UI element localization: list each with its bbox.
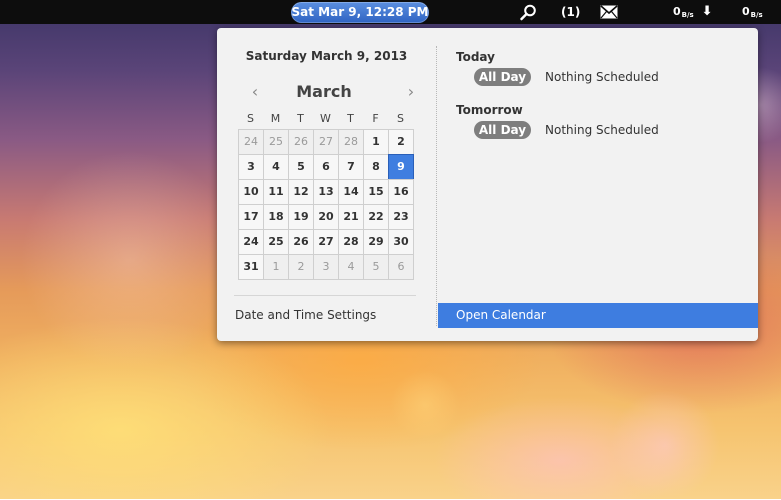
- calendar-day-other-month[interactable]: 6: [388, 254, 414, 280]
- down-arrow-icon: ⬇: [701, 4, 713, 19]
- calendar-day-other-month[interactable]: 25: [263, 129, 289, 155]
- calendar-popover: Saturday March 9, 2013 ‹ March › S M T W T F S…: [217, 28, 758, 341]
- calendar-day[interactable]: 30: [388, 229, 414, 255]
- calendar-day[interactable]: 6: [313, 154, 339, 180]
- weekday-header: SMTWTFS: [238, 112, 413, 126]
- network-download-indicator[interactable]: 0B/s ⬇: [673, 0, 712, 24]
- today-event-text: Nothing Scheduled: [545, 70, 659, 84]
- calendar-day[interactable]: 25: [263, 229, 289, 255]
- calendar-day-other-month[interactable]: 24: [238, 129, 264, 155]
- today-heading: Today: [456, 50, 495, 64]
- calendar-day[interactable]: 17: [238, 204, 264, 230]
- tomorrow-event-text: Nothing Scheduled: [545, 123, 659, 137]
- calendar-day[interactable]: 7: [338, 154, 364, 180]
- next-month-icon[interactable]: ›: [401, 83, 421, 101]
- weekday-label: S: [247, 112, 254, 125]
- tomorrow-all-day-badge: All Day: [474, 121, 531, 139]
- net-down-value: 0: [673, 5, 681, 18]
- calendar-day[interactable]: 24: [238, 229, 264, 255]
- calendar-day[interactable]: 1: [363, 129, 389, 155]
- calendar-day[interactable]: 14: [338, 179, 364, 205]
- month-navigator: ‹ March ›: [239, 80, 414, 104]
- calendar-day-other-month[interactable]: 4: [338, 254, 364, 280]
- calendar-day[interactable]: 28: [338, 229, 364, 255]
- net-down-unit: B/s: [681, 11, 694, 19]
- wallpaper-bokeh-3: [610, 390, 720, 500]
- calendar-day[interactable]: 21: [338, 204, 364, 230]
- calendar-day[interactable]: 18: [263, 204, 289, 230]
- open-calendar-button[interactable]: Open Calendar: [438, 303, 758, 328]
- tomorrow-heading: Tomorrow: [456, 103, 523, 117]
- calendar-day-other-month[interactable]: 2: [288, 254, 314, 280]
- calendar-day[interactable]: 15: [363, 179, 389, 205]
- calendar-day-other-month[interactable]: 26: [288, 129, 314, 155]
- clock-indicator[interactable]: Sat Mar 9, 12:28 PM: [291, 2, 429, 23]
- notifications-count[interactable]: (1): [561, 0, 580, 24]
- weekday-label: M: [270, 112, 281, 125]
- calendar-day-other-month[interactable]: 5: [363, 254, 389, 280]
- calendar-day[interactable]: 29: [363, 229, 389, 255]
- network-upload-indicator[interactable]: 0B/s ⬆: [742, 0, 781, 46]
- calendar-day[interactable]: 4: [263, 154, 289, 180]
- calendar-day-other-month[interactable]: 28: [338, 129, 364, 155]
- calendar-grid: 24 25 26 27 28 1 2 3 4 5 6 7 8 9 10 11 12 13 14 15 16 17 18 19 2…: [238, 129, 414, 280]
- calendar-day[interactable]: 12: [288, 179, 314, 205]
- calendar-day-other-month[interactable]: 1: [263, 254, 289, 280]
- calendar-day[interactable]: 10: [238, 179, 264, 205]
- mail-indicator[interactable]: [600, 5, 618, 20]
- calendar-day[interactable]: 13: [313, 179, 339, 205]
- calendar-day-other-month[interactable]: 27: [313, 129, 339, 155]
- calendar-day[interactable]: 22: [363, 204, 389, 230]
- net-up-unit: B/s: [750, 11, 763, 19]
- top-panel: Sat Mar 9, 12:28 PM (1) 0B/s ⬇ 0B/s ⬆: [0, 0, 781, 46]
- calendar-day[interactable]: 16: [388, 179, 414, 205]
- calendar-day[interactable]: 27: [313, 229, 339, 255]
- net-up-value: 0: [742, 5, 750, 18]
- calendar-day[interactable]: 19: [288, 204, 314, 230]
- divider: [234, 295, 416, 296]
- weekday-label: T: [347, 112, 354, 125]
- weekday-label: F: [372, 112, 379, 125]
- calendar-day[interactable]: 23: [388, 204, 414, 230]
- search-indicator[interactable]: [519, 4, 537, 21]
- calendar-day[interactable]: 11: [263, 179, 289, 205]
- weekday-label: T: [297, 112, 304, 125]
- full-date-heading: Saturday March 9, 2013: [245, 49, 408, 63]
- wallpaper-bokeh-1: [20, 150, 240, 370]
- calendar-day-other-month[interactable]: 3: [313, 254, 339, 280]
- calendar-day[interactable]: 31: [238, 254, 264, 280]
- column-divider: [436, 46, 437, 326]
- wallpaper-bokeh-2: [390, 370, 460, 440]
- calendar-day[interactable]: 3: [238, 154, 264, 180]
- calendar-day-selected[interactable]: 9: [388, 154, 414, 180]
- today-all-day-badge: All Day: [474, 68, 531, 86]
- weekday-label: S: [397, 112, 404, 125]
- calendar-day[interactable]: 8: [363, 154, 389, 180]
- calendar-day[interactable]: 26: [288, 229, 314, 255]
- month-title: March: [296, 82, 352, 101]
- search-icon: [520, 4, 536, 21]
- calendar-day[interactable]: 5: [288, 154, 314, 180]
- calendar-day[interactable]: 2: [388, 129, 414, 155]
- calendar-day[interactable]: 20: [313, 204, 339, 230]
- mail-icon: [600, 5, 618, 19]
- weekday-label: W: [320, 112, 331, 125]
- date-time-settings-link[interactable]: Date and Time Settings: [235, 308, 376, 322]
